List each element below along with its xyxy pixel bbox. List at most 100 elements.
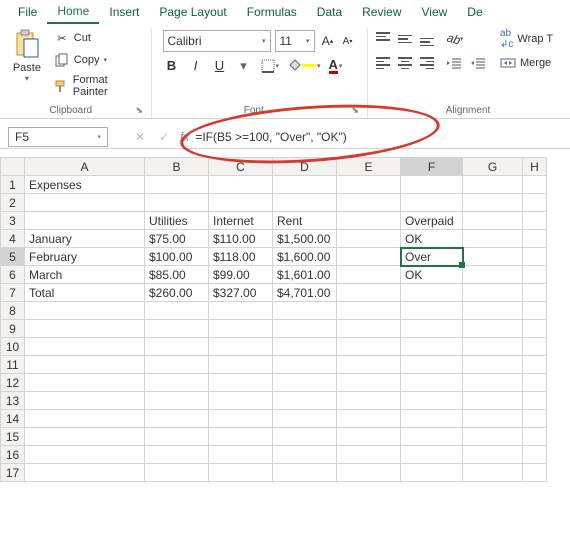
- cell-F13[interactable]: [401, 392, 463, 410]
- align-right-button[interactable]: [418, 54, 436, 72]
- cell-B8[interactable]: [145, 302, 209, 320]
- cell-D11[interactable]: [273, 356, 337, 374]
- cell-A8[interactable]: [25, 302, 145, 320]
- cell-E8[interactable]: [337, 302, 401, 320]
- cell-B2[interactable]: [145, 194, 209, 212]
- tab-insert[interactable]: Insert: [99, 1, 149, 23]
- cell-D8[interactable]: [273, 302, 337, 320]
- cell-G1[interactable]: [463, 176, 523, 194]
- cell-B16[interactable]: [145, 446, 209, 464]
- chevron-down-icon[interactable]: ▾: [235, 58, 253, 74]
- fill-color-button[interactable]: ▾: [287, 59, 321, 73]
- cell-D17[interactable]: [273, 464, 337, 482]
- col-header-E[interactable]: E: [337, 158, 401, 176]
- cell-F8[interactable]: [401, 302, 463, 320]
- cell-H11[interactable]: [523, 356, 547, 374]
- col-header-F[interactable]: F: [401, 158, 463, 176]
- cell-E16[interactable]: [337, 446, 401, 464]
- cell-E10[interactable]: [337, 338, 401, 356]
- cell-E2[interactable]: [337, 194, 401, 212]
- cell-E6[interactable]: [337, 266, 401, 284]
- cell-G6[interactable]: [463, 266, 523, 284]
- cell-H3[interactable]: [523, 212, 547, 230]
- tab-file[interactable]: File: [8, 1, 47, 23]
- cell-D7[interactable]: $4,701.00: [273, 284, 337, 302]
- tab-home[interactable]: Home: [47, 0, 99, 24]
- cell-C1[interactable]: [209, 176, 273, 194]
- cell-D2[interactable]: [273, 194, 337, 212]
- cell-F14[interactable]: [401, 410, 463, 428]
- tab-formulas[interactable]: Formulas: [237, 1, 307, 23]
- dialog-launcher-icon[interactable]: ⬊: [349, 105, 361, 116]
- cell-B10[interactable]: [145, 338, 209, 356]
- cell-D1[interactable]: [273, 176, 337, 194]
- cell-H17[interactable]: [523, 464, 547, 482]
- col-header-B[interactable]: B: [145, 158, 209, 176]
- fill-handle[interactable]: [459, 262, 465, 268]
- cell-D4[interactable]: $1,500.00: [273, 230, 337, 248]
- cell-G2[interactable]: [463, 194, 523, 212]
- cell-C3[interactable]: Internet: [209, 212, 273, 230]
- cell-B3[interactable]: Utilities: [145, 212, 209, 230]
- cell-B9[interactable]: [145, 320, 209, 338]
- cell-C11[interactable]: [209, 356, 273, 374]
- row-header-16[interactable]: 16: [1, 446, 25, 464]
- cancel-formula-button[interactable]: ✕: [132, 130, 148, 144]
- row-header-6[interactable]: 6: [1, 266, 25, 284]
- cell-B15[interactable]: [145, 428, 209, 446]
- chevron-down-icon[interactable]: ▾: [262, 37, 266, 45]
- cell-F4[interactable]: OK: [401, 230, 463, 248]
- cell-F15[interactable]: [401, 428, 463, 446]
- font-name-select[interactable]: Calibri ▾: [163, 30, 271, 52]
- cell-C10[interactable]: [209, 338, 273, 356]
- cell-B11[interactable]: [145, 356, 209, 374]
- row-header-15[interactable]: 15: [1, 428, 25, 446]
- decrease-indent-button[interactable]: [446, 54, 466, 72]
- cell-D6[interactable]: $1,601.00: [273, 266, 337, 284]
- name-box[interactable]: F5 ▾: [8, 127, 108, 147]
- cell-C9[interactable]: [209, 320, 273, 338]
- cell-A15[interactable]: [25, 428, 145, 446]
- cell-A12[interactable]: [25, 374, 145, 392]
- cell-B6[interactable]: $85.00: [145, 266, 209, 284]
- cell-A3[interactable]: [25, 212, 145, 230]
- cell-G13[interactable]: [463, 392, 523, 410]
- cell-B13[interactable]: [145, 392, 209, 410]
- underline-button[interactable]: U: [211, 58, 229, 74]
- cell-C12[interactable]: [209, 374, 273, 392]
- cell-C13[interactable]: [209, 392, 273, 410]
- cell-G9[interactable]: [463, 320, 523, 338]
- cell-C15[interactable]: [209, 428, 273, 446]
- enter-formula-button[interactable]: ✓: [156, 130, 172, 144]
- cell-G16[interactable]: [463, 446, 523, 464]
- cell-F10[interactable]: [401, 338, 463, 356]
- cell-A2[interactable]: [25, 194, 145, 212]
- row-header-5[interactable]: 5: [1, 248, 25, 266]
- tab-data[interactable]: Data: [307, 1, 352, 23]
- wrap-text-button[interactable]: ab↲c Wrap T: [500, 28, 553, 50]
- chevron-down-icon[interactable]: ▾: [97, 133, 101, 141]
- cell-B1[interactable]: [145, 176, 209, 194]
- cell-G8[interactable]: [463, 302, 523, 320]
- col-header-A[interactable]: A: [25, 158, 145, 176]
- cell-H12[interactable]: [523, 374, 547, 392]
- increase-indent-button[interactable]: [470, 54, 490, 72]
- cell-F11[interactable]: [401, 356, 463, 374]
- cell-E14[interactable]: [337, 410, 401, 428]
- tab-review[interactable]: Review: [352, 1, 411, 23]
- cell-G11[interactable]: [463, 356, 523, 374]
- cell-D3[interactable]: Rent: [273, 212, 337, 230]
- cut-button[interactable]: ✂ Cut: [50, 28, 145, 48]
- copy-button[interactable]: Copy ▾: [50, 50, 145, 70]
- cell-C8[interactable]: [209, 302, 273, 320]
- cell-D15[interactable]: [273, 428, 337, 446]
- chevron-down-icon[interactable]: ▾: [339, 62, 343, 70]
- orientation-button[interactable]: ab ▾: [446, 30, 464, 48]
- cell-A11[interactable]: [25, 356, 145, 374]
- cell-G17[interactable]: [463, 464, 523, 482]
- cell-F6[interactable]: OK: [401, 266, 463, 284]
- cell-F3[interactable]: Overpaid: [401, 212, 463, 230]
- cell-H9[interactable]: [523, 320, 547, 338]
- row-header-10[interactable]: 10: [1, 338, 25, 356]
- cell-G10[interactable]: [463, 338, 523, 356]
